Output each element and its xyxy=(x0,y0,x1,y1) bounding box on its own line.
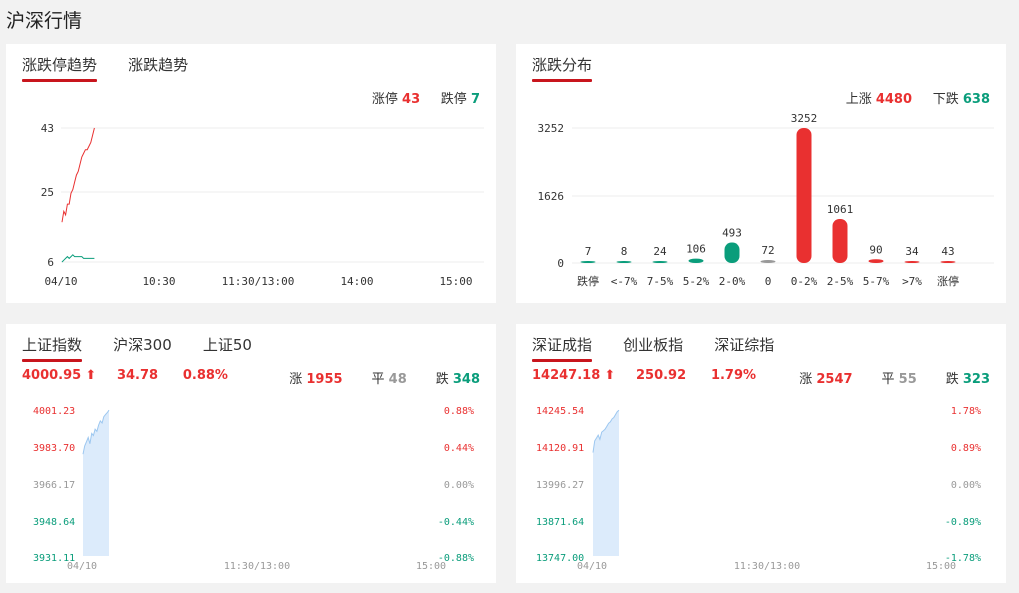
distribution-bar[interactable] xyxy=(940,261,956,263)
left-tick: 3966.17 xyxy=(33,480,75,491)
distribution-bar[interactable] xyxy=(832,218,848,263)
distribution-bar[interactable] xyxy=(652,261,668,263)
distribution-bar[interactable] xyxy=(760,260,776,263)
sh-index-panel: 上证指数 沪深300 上证50 4000.95 ⬆ 34.78 0.88% 涨 … xyxy=(6,324,496,583)
right-tick: -0.89% xyxy=(945,517,981,528)
bar-category-label: 0-2% xyxy=(791,275,818,288)
distribution-chart: 3252 1626 0 7 跌停 8 <-7% 24 7-5% 106 5-2% 493 2-0%… xyxy=(538,112,994,288)
bar-category-label: 7-5% xyxy=(647,275,674,288)
y-tick: 0 xyxy=(557,257,564,270)
bar-value-label: 90 xyxy=(869,243,882,256)
y-tick: 25 xyxy=(41,186,54,199)
distribution-panel: 涨跌分布 上涨 4480 下跌 638 3252 1626 0 7 跌停 8 <-7%… xyxy=(516,44,1006,303)
bar-value-label: 3252 xyxy=(791,112,818,125)
x-tick: 14:00 xyxy=(340,275,373,288)
right-tick: 0.89% xyxy=(951,443,981,454)
bar-category-label: 2-0% xyxy=(719,275,746,288)
bar-category-label: 0 xyxy=(765,275,772,288)
bar-value-label: 8 xyxy=(621,245,628,258)
x-tick: 10:30 xyxy=(142,275,175,288)
bar-category-label: >7% xyxy=(902,275,922,288)
bar-category-label: 5-2% xyxy=(683,275,710,288)
page-title: 沪深行情 xyxy=(6,10,83,32)
y-tick: 6 xyxy=(47,256,54,269)
x-tick: 11:30/13:00 xyxy=(222,275,295,288)
right-tick: 1.78% xyxy=(951,406,981,417)
right-tick: 0.00% xyxy=(444,480,474,491)
sz-index-chart: 14245.54 14120.91 13996.27 13871.64 1374… xyxy=(536,406,981,572)
distribution-bar[interactable] xyxy=(616,261,632,263)
bar-value-label: 34 xyxy=(905,245,919,258)
left-tick: 13996.27 xyxy=(536,480,584,491)
bar-value-label: 24 xyxy=(653,245,667,258)
series-line xyxy=(61,254,95,263)
bar-value-label: 72 xyxy=(761,244,774,257)
limit-trend-panel: 涨跌停趋势 涨跌趋势 涨停 43 跌停 7 43 25 6 04/10 10:3… xyxy=(6,44,496,303)
distribution-bar[interactable] xyxy=(868,259,884,263)
bar-category-label: 跌停 xyxy=(577,274,599,288)
x-tick: 15:00 xyxy=(926,561,956,572)
distribution-bar[interactable] xyxy=(580,261,596,263)
y-tick: 1626 xyxy=(538,190,565,203)
x-tick: 04/10 xyxy=(577,561,607,572)
left-tick: 13871.64 xyxy=(536,517,584,528)
distribution-bar[interactable] xyxy=(688,258,704,263)
right-tick: 0.88% xyxy=(444,406,474,417)
x-tick: 04/10 xyxy=(67,561,97,572)
series-line xyxy=(61,127,95,223)
bar-value-label: 7 xyxy=(585,245,592,258)
right-tick: 0.44% xyxy=(444,443,474,454)
distribution-bar[interactable] xyxy=(796,128,812,263)
x-tick: 04/10 xyxy=(44,275,77,288)
sz-index-panel: 深证成指 创业板指 深证综指 14247.18 ⬆ 250.92 1.79% 涨… xyxy=(516,324,1006,583)
y-tick: 3252 xyxy=(538,122,565,135)
bar-category-label: <-7% xyxy=(611,275,638,288)
bar-value-label: 43 xyxy=(941,245,954,258)
x-tick: 15:00 xyxy=(416,561,446,572)
bar-value-label: 106 xyxy=(686,243,706,256)
x-tick: 15:00 xyxy=(439,275,472,288)
left-tick: 14245.54 xyxy=(536,406,584,417)
left-tick: 3948.64 xyxy=(33,517,75,528)
limit-trend-chart: 43 25 6 04/10 10:30 11:30/13:00 14:00 15… xyxy=(41,122,484,288)
left-tick: 14120.91 xyxy=(536,443,584,454)
x-tick: 11:30/13:00 xyxy=(734,561,800,572)
left-tick: 4001.23 xyxy=(33,406,75,417)
bar-category-label: 涨停 xyxy=(937,274,959,288)
bar-category-label: 2-5% xyxy=(827,275,854,288)
distribution-bar[interactable] xyxy=(904,261,920,263)
right-tick: 0.00% xyxy=(951,480,981,491)
x-tick: 11:30/13:00 xyxy=(224,561,290,572)
y-tick: 43 xyxy=(41,122,54,135)
bar-value-label: 493 xyxy=(722,227,742,240)
index-area xyxy=(593,410,619,556)
index-area xyxy=(83,410,109,556)
bar-category-label: 5-7% xyxy=(863,275,890,288)
right-tick: -0.44% xyxy=(438,517,474,528)
sh-index-chart: 4001.23 3983.70 3966.17 3948.64 3931.11 … xyxy=(33,406,474,572)
distribution-bar[interactable] xyxy=(724,242,740,263)
bar-value-label: 1061 xyxy=(827,203,854,216)
left-tick: 3983.70 xyxy=(33,443,75,454)
